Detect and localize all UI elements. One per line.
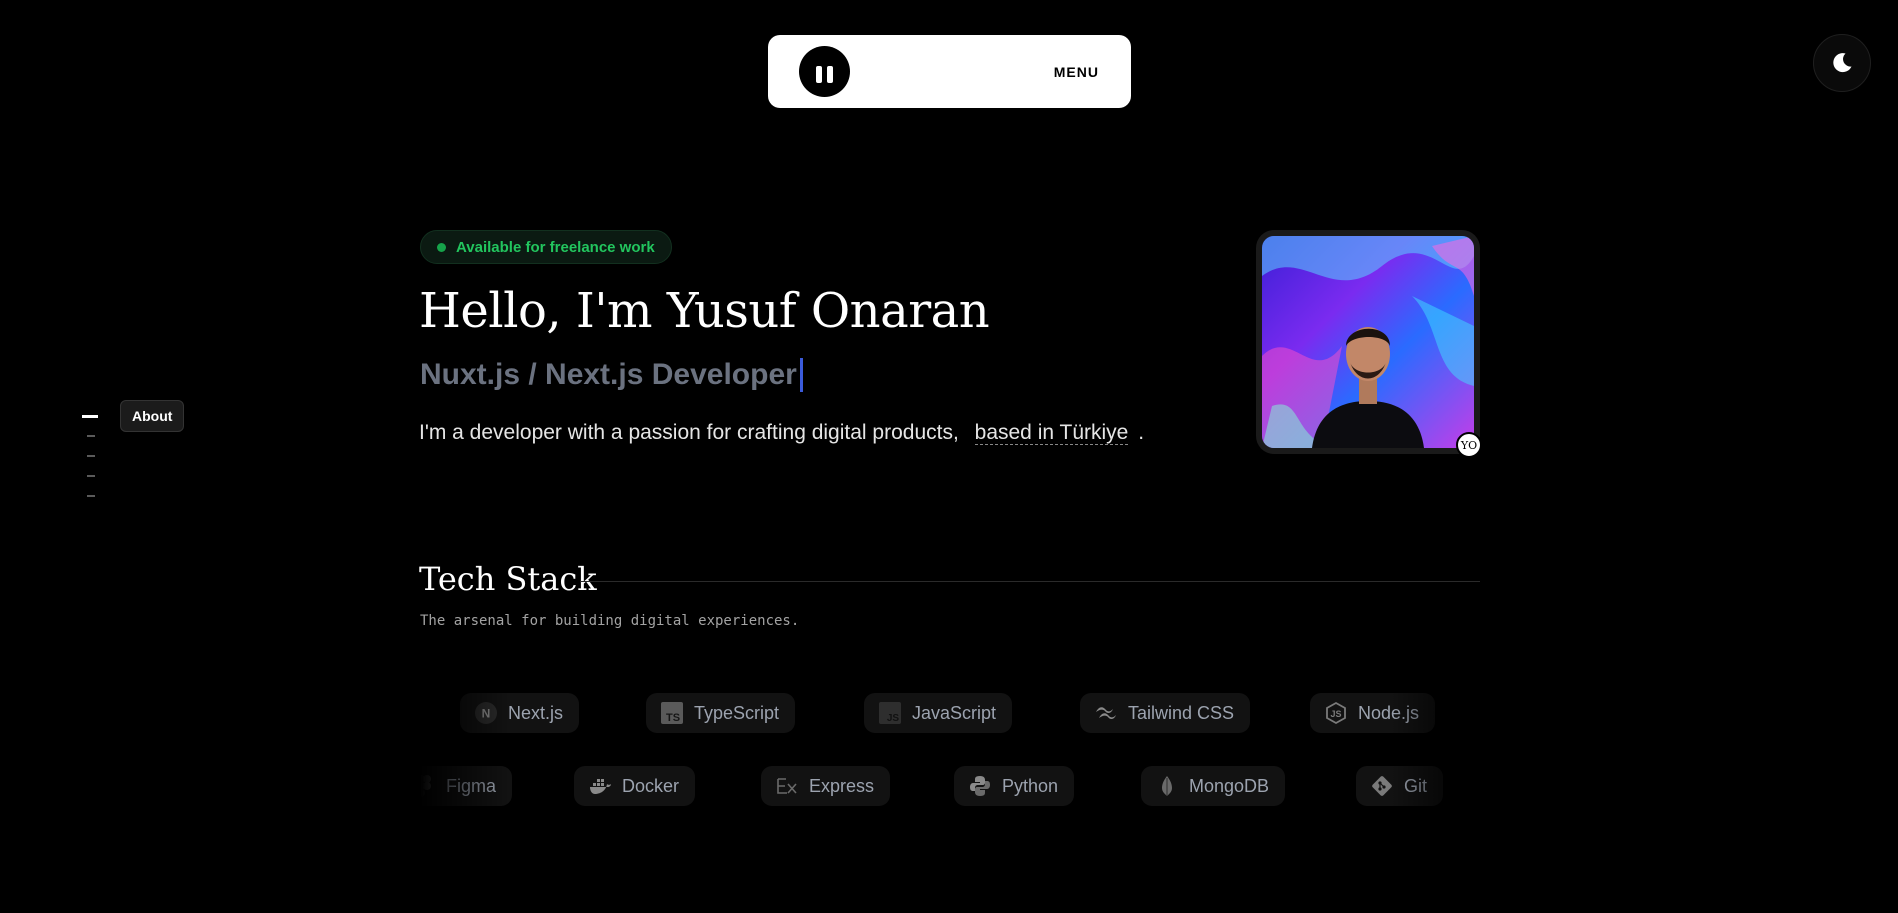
moon-icon [1833, 53, 1852, 73]
tech-label: Docker [622, 775, 680, 796]
tech-label: Express [809, 775, 875, 796]
nextjs-icon: N [474, 701, 498, 725]
svg-text:N: N [482, 707, 491, 721]
git-icon [1370, 774, 1394, 798]
typescript-icon: TS [660, 701, 684, 725]
tech-chip-docker: Docker [574, 766, 696, 806]
description-end: . [1138, 421, 1145, 444]
typing-caret [799, 358, 803, 392]
section-marker[interactable] [87, 495, 95, 497]
status-dot-icon [437, 242, 446, 252]
express-icon [775, 774, 799, 798]
tech-label: Tailwind CSS [1128, 702, 1235, 723]
tech-chip-javascript: JS JavaScript [864, 693, 1013, 733]
logo-bar-right [827, 66, 833, 83]
tech-chip-express: Express [761, 766, 891, 806]
role-text: Nuxt.js / Next.js Developer [420, 358, 797, 391]
description-text: I'm a developer with a passion for craft… [419, 421, 959, 444]
section-marker-about[interactable] [82, 415, 98, 418]
tech-marquee-row-1: N Next.js TS TypeScript JS JavaScript Ta… [420, 691, 1480, 735]
menu-button[interactable]: MENU [1054, 64, 1099, 80]
tech-label: Git [1404, 775, 1428, 796]
theme-toggle-button[interactable] [1813, 34, 1871, 92]
tech-marquee-row-2: Figma Docker Express Python MongoDB Git [420, 764, 1480, 808]
profile-photo [1256, 230, 1480, 454]
location-link[interactable]: based in Türkiye [974, 421, 1129, 445]
availability-badge: Available for freelance work [420, 230, 672, 264]
tailwind-icon [1094, 701, 1118, 725]
tech-stack-subtitle: The arsenal for building digital experie… [420, 613, 800, 629]
python-icon [968, 774, 992, 798]
tech-chip-git: Git [1356, 766, 1444, 806]
avatar-initials-badge: YO [1456, 432, 1482, 458]
section-marker[interactable] [87, 435, 95, 437]
hero-description: I'm a developer with a passion for craft… [419, 421, 1144, 445]
tech-chip-mongodb: MongoDB [1141, 766, 1286, 806]
tech-stack-title: Tech Stack [419, 560, 597, 598]
pause-logo-icon[interactable] [799, 46, 850, 97]
figma-icon [420, 774, 436, 798]
hero-subtitle: Nuxt.js / Next.js Developer [420, 358, 803, 392]
availability-text: Available for freelance work [456, 238, 655, 256]
mongodb-icon [1155, 774, 1179, 798]
tech-label: Next.js [508, 702, 564, 723]
tech-chip-figma: Figma [420, 766, 513, 806]
tech-label: MongoDB [1189, 775, 1270, 796]
tech-label: TypeScript [694, 702, 780, 723]
hero-title: Hello, I'm Yusuf Onaran [419, 283, 990, 339]
docker-icon [588, 774, 612, 798]
svg-text:TS: TS [666, 712, 680, 724]
section-marker[interactable] [87, 475, 95, 477]
tech-chip-typescript: TS TypeScript [646, 693, 796, 733]
tech-label: Node.js [1358, 702, 1420, 723]
nodejs-icon: JS [1324, 701, 1348, 725]
tech-chip-nodejs: JS Node.js [1310, 693, 1436, 733]
tech-label: Python [1002, 775, 1059, 796]
section-tooltip: About [120, 400, 185, 432]
tech-chip-nextjs: N Next.js [460, 693, 580, 733]
tech-label: JavaScript [912, 702, 997, 723]
javascript-icon: JS [878, 701, 902, 725]
tech-label: Figma [446, 775, 497, 796]
tech-chip-tailwind: Tailwind CSS [1080, 693, 1251, 733]
svg-text:JS: JS [1330, 709, 1341, 719]
tech-chip-python: Python [954, 766, 1075, 806]
svg-text:JS: JS [887, 713, 900, 724]
logo-bar-left [816, 66, 822, 83]
profile-photo-image [1262, 236, 1474, 448]
section-marker[interactable] [87, 455, 95, 457]
section-divider [580, 581, 1480, 582]
top-navigation: MENU [768, 35, 1131, 108]
